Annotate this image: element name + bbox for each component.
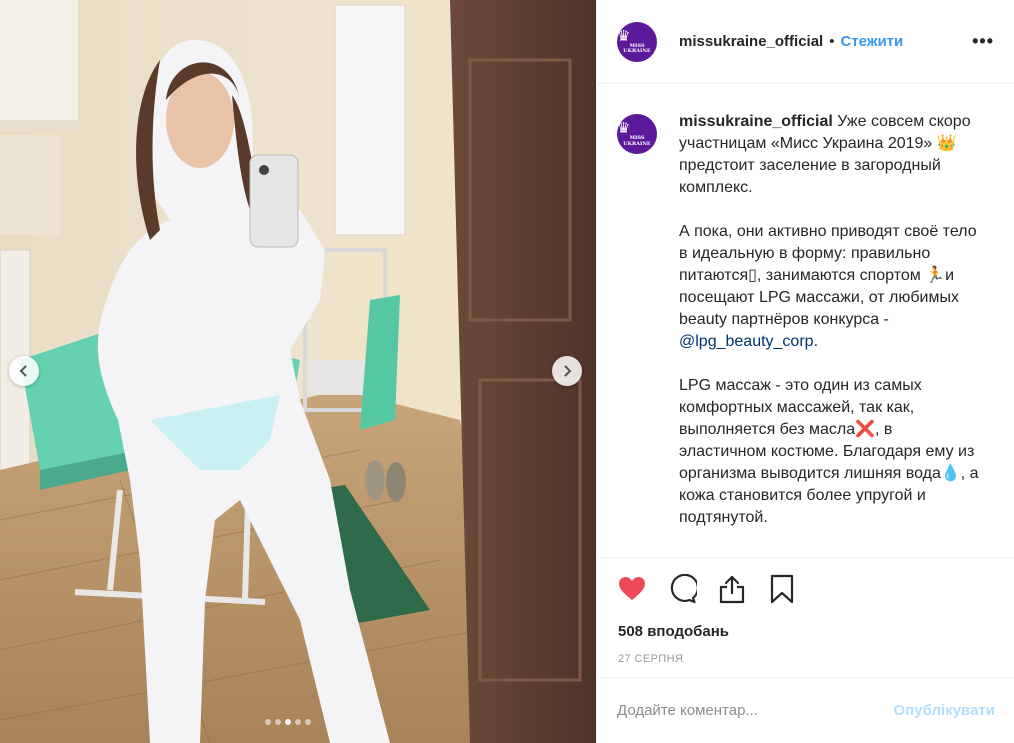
- share-icon: [719, 575, 745, 604]
- crown-icon: ♛: [617, 27, 631, 45]
- carousel-dot: [265, 719, 271, 725]
- photo-image: [0, 0, 596, 743]
- post-date[interactable]: 27 СЕРПНЯ: [618, 653, 995, 665]
- crown-icon: ♛: [617, 120, 631, 138]
- avatar-label: MISS UKRAINE: [623, 135, 651, 147]
- caption-paragraph-3: LPG массаж - это один из самых комфортны…: [679, 377, 979, 526]
- carousel-prev-button[interactable]: [9, 356, 39, 386]
- avatar[interactable]: ♛ MISS UKRAINE: [617, 21, 657, 62]
- carousel-dot: [275, 719, 281, 725]
- mention-link[interactable]: @lpg_beauty_corp: [679, 333, 814, 350]
- carousel-dot: [305, 719, 311, 725]
- avatar-label: MISS UKRAINE: [623, 42, 651, 54]
- chevron-left-icon: [19, 365, 27, 377]
- post-side-panel: ♛ MISS UKRAINE missukraine_official • Ст…: [596, 0, 1014, 743]
- header-username[interactable]: missukraine_official: [679, 33, 823, 50]
- carousel-next-button[interactable]: [552, 356, 582, 386]
- post-header: ♛ MISS UKRAINE missukraine_official • Ст…: [597, 0, 1014, 84]
- caption-username[interactable]: missukraine_official: [679, 113, 833, 130]
- follow-button[interactable]: Стежити: [841, 33, 904, 50]
- comment-input[interactable]: [617, 702, 894, 719]
- chevron-right-icon: [564, 365, 572, 377]
- comment-button[interactable]: [665, 572, 699, 606]
- comment-icon: [670, 574, 697, 604]
- save-button[interactable]: [765, 572, 799, 606]
- heart-icon: [619, 577, 645, 600]
- caption-text: missukraine_official Уже совсем скоро уч…: [679, 111, 979, 557]
- bookmark-icon: [770, 574, 794, 604]
- likes-count[interactable]: 508 вподобань: [618, 623, 995, 640]
- avatar[interactable]: ♛ MISS UKRAINE: [617, 114, 657, 154]
- caption-paragraph-2: А пока, они активно приводят своё тело в…: [679, 223, 977, 328]
- post-photo[interactable]: [0, 0, 596, 743]
- like-button[interactable]: [615, 572, 649, 606]
- post-actions: 508 вподобань 27 СЕРПНЯ: [597, 557, 1014, 677]
- caption-area[interactable]: ♛ MISS UKRAINE missukraine_official Уже …: [597, 85, 1014, 557]
- comment-form: Опублікувати: [597, 677, 1014, 743]
- caption-period: .: [813, 333, 819, 350]
- publish-button[interactable]: Опублікувати: [894, 702, 995, 719]
- carousel-dot: [295, 719, 301, 725]
- share-button[interactable]: [715, 572, 749, 606]
- header-separator: •: [829, 33, 835, 50]
- carousel-dot-active: [285, 719, 291, 725]
- more-icon[interactable]: •••: [972, 31, 994, 52]
- carousel-indicator: [265, 719, 311, 725]
